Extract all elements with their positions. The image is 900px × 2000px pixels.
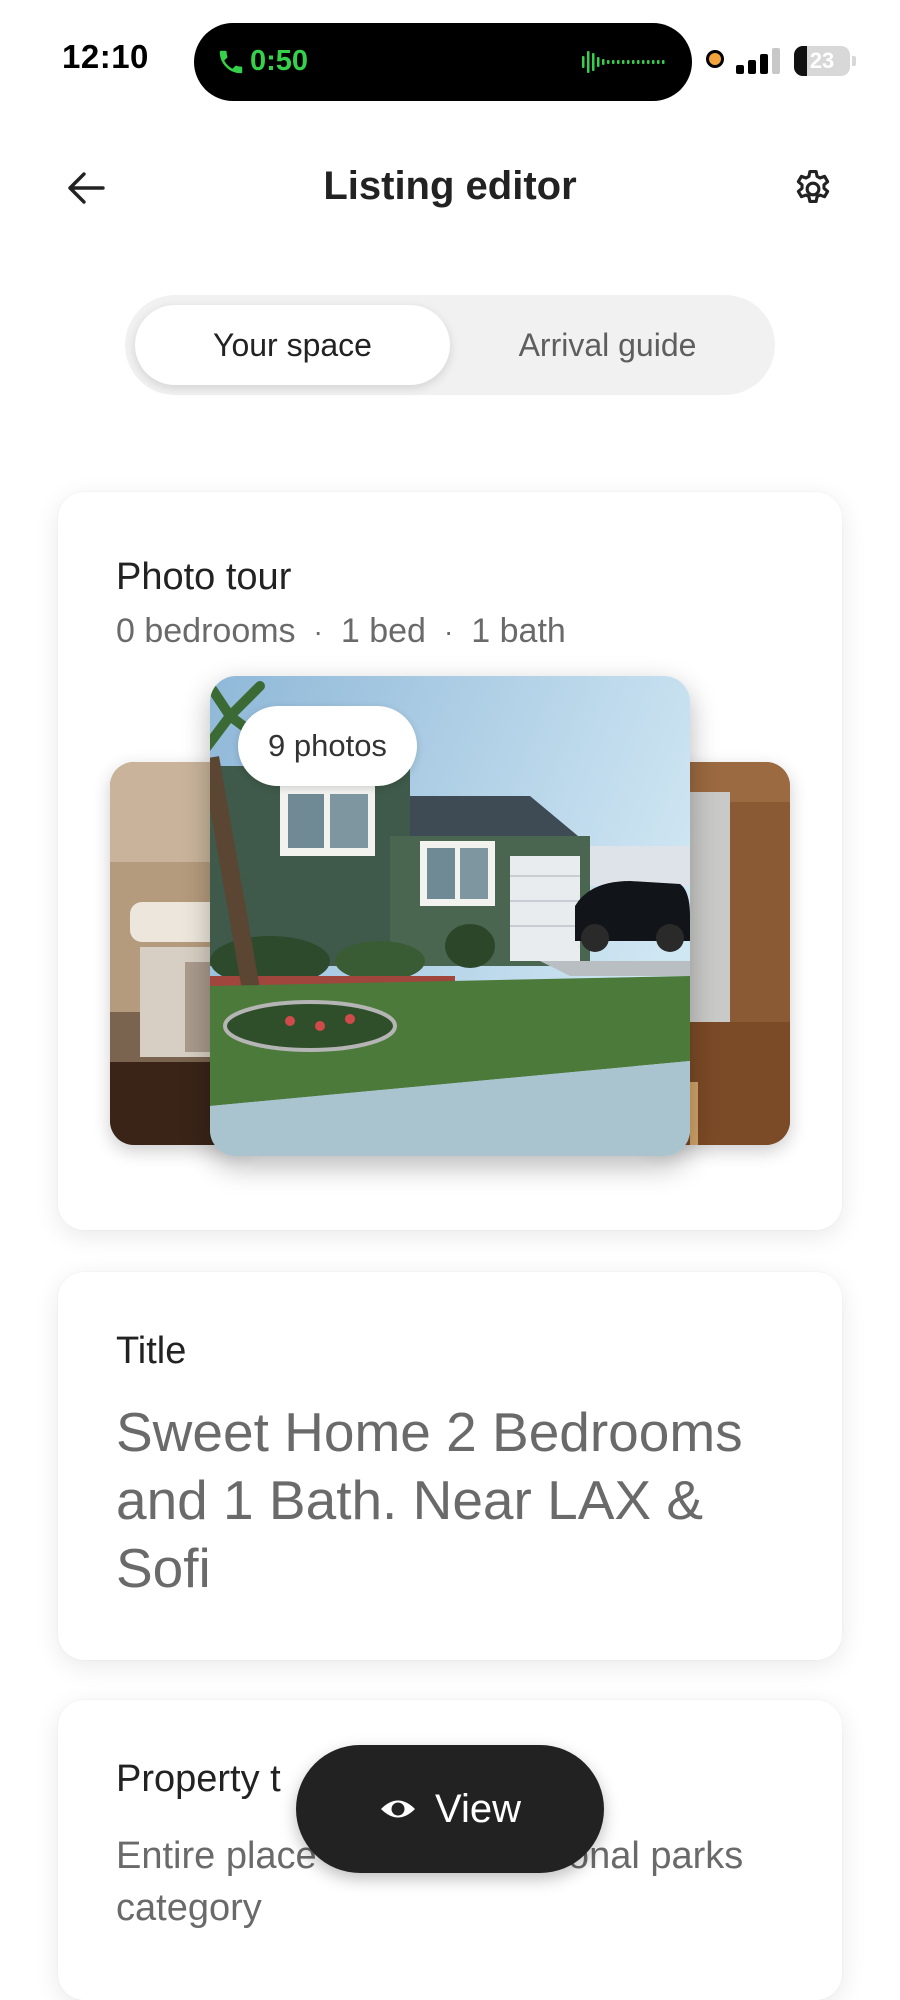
- separator: ·: [443, 615, 454, 647]
- title-card[interactable]: Title Sweet Home 2 Bedrooms and 1 Bath. …: [58, 1272, 842, 1660]
- settings-button[interactable]: [788, 164, 838, 214]
- title-heading: Title: [116, 1330, 187, 1372]
- status-indicators: 23: [706, 46, 866, 76]
- gear-icon: [796, 170, 830, 204]
- battery-level: 23: [809, 48, 835, 73]
- photo-tour-heading: Photo tour: [116, 556, 292, 598]
- property-type-heading: Property t: [116, 1758, 281, 1800]
- audio-waveform-icon: [582, 51, 665, 73]
- back-button[interactable]: [62, 164, 110, 212]
- room-summary: 0 bedrooms · 1 bed · 1 bath: [116, 612, 566, 651]
- photo-count-badge: 9 photos: [238, 706, 417, 786]
- phone-icon: [219, 50, 243, 74]
- page-title: Listing editor: [323, 164, 577, 208]
- recording-indicator-icon: [706, 50, 724, 68]
- status-time: 12:10: [62, 38, 149, 75]
- separator: ·: [313, 615, 323, 647]
- listing-title: Sweet Home 2 Bedrooms and 1 Bath. Near L…: [116, 1401, 743, 1599]
- bath-count: 1 bath: [471, 612, 566, 650]
- tab-arrival-guide[interactable]: Arrival guide: [450, 305, 765, 385]
- call-timer: 0:50: [250, 45, 309, 77]
- tab-your-space[interactable]: Your space: [135, 305, 450, 385]
- cellular-signal-icon: [736, 48, 780, 74]
- arrow-left-icon: [68, 172, 105, 204]
- eye-icon: [381, 1800, 415, 1818]
- battery-icon: 23: [794, 46, 858, 76]
- bed-count: 1 bed: [340, 612, 426, 650]
- dynamic-island-call[interactable]: 0:50: [194, 23, 692, 101]
- view-listing-button[interactable]: View: [296, 1745, 604, 1873]
- listing-section-tabs: Your space Arrival guide: [125, 295, 775, 395]
- bedroom-count: 0 bedrooms: [116, 612, 296, 650]
- view-button-label: View: [435, 1786, 521, 1831]
